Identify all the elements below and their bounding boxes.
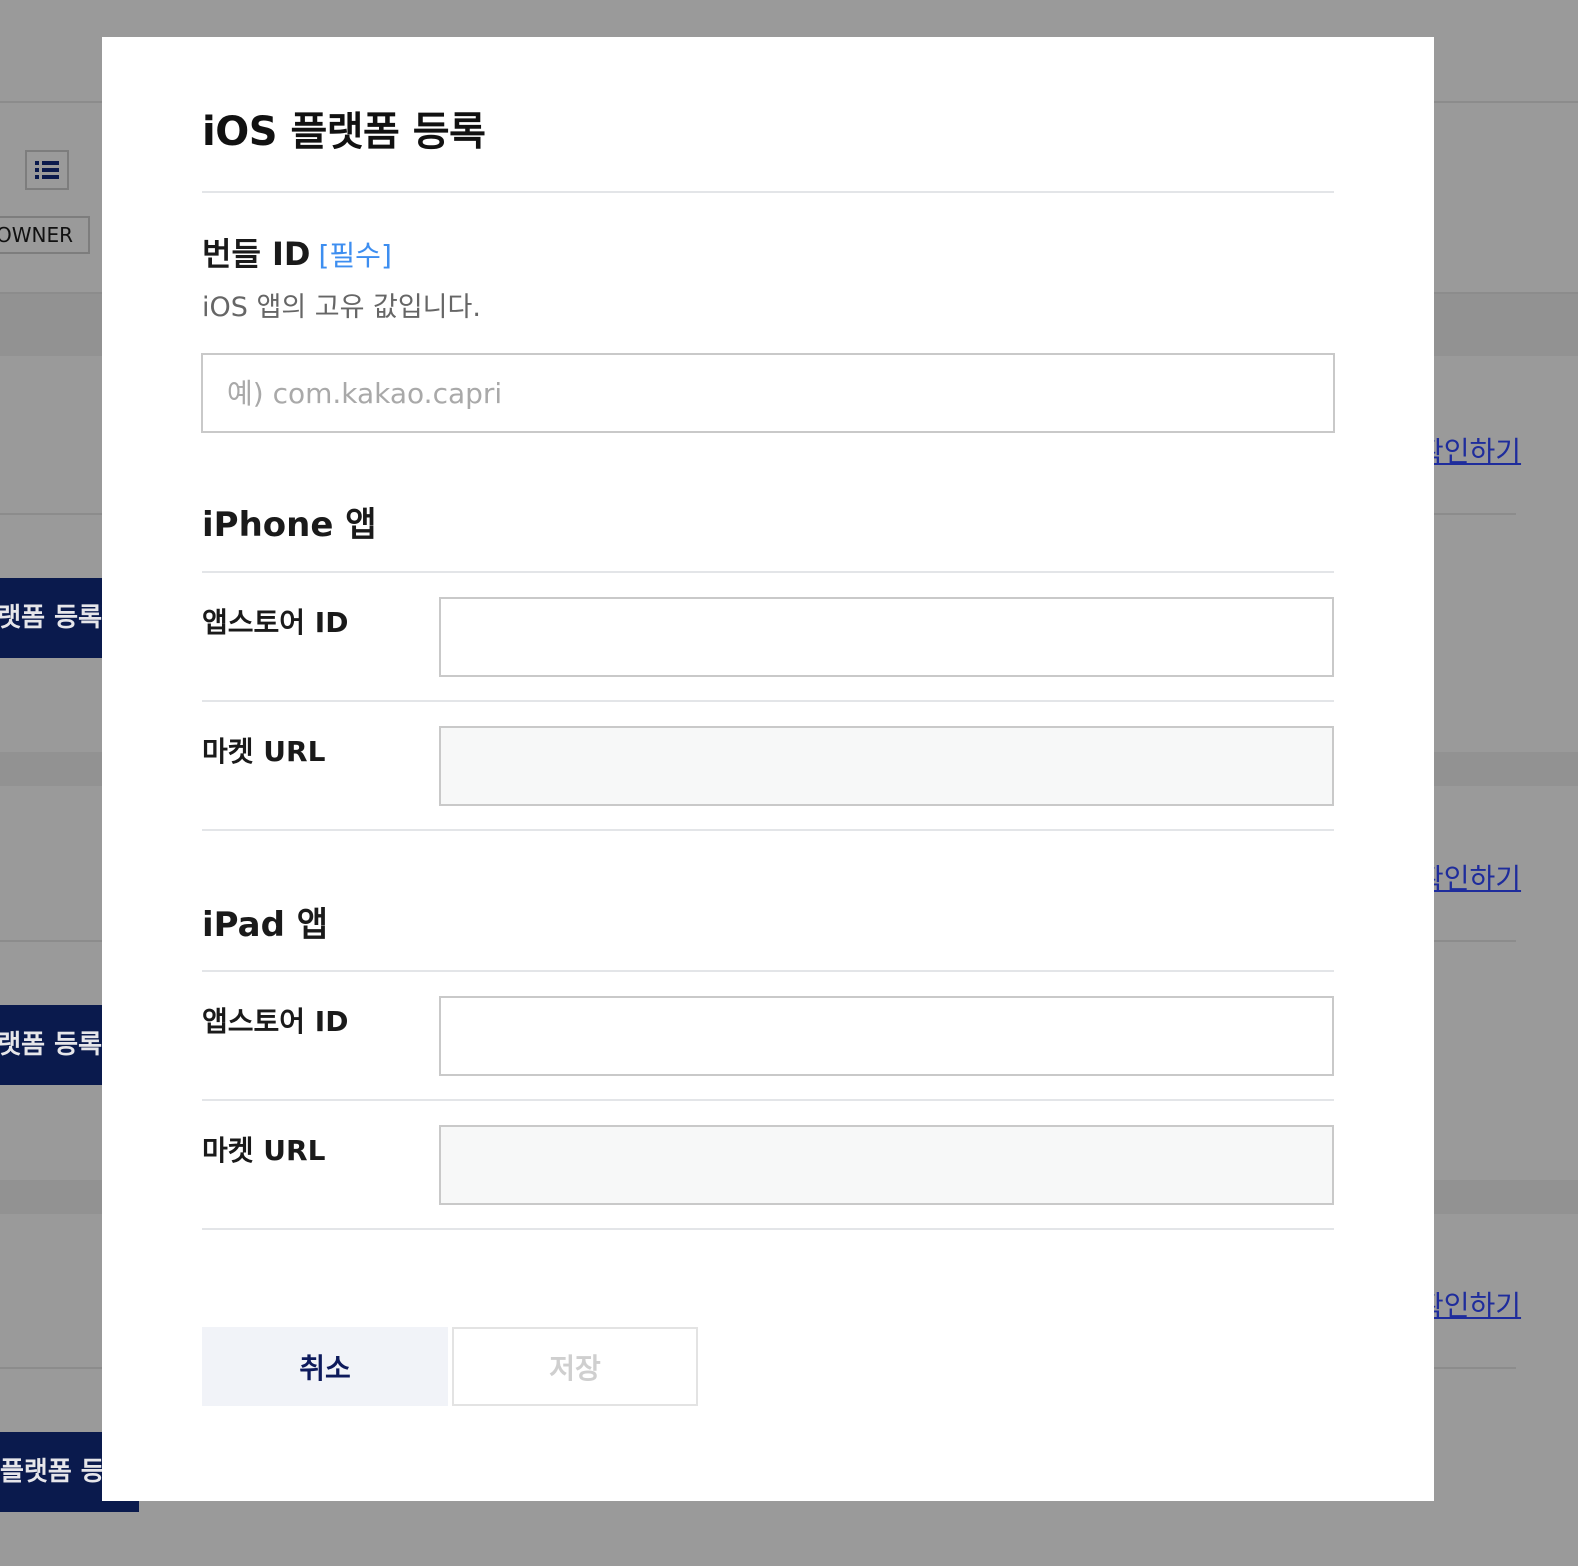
bundle-id-description: iOS 앱의 고유 값입니다. — [202, 292, 481, 323]
dialog-title: iOS 플랫폼 등록 — [202, 109, 486, 155]
section-divider — [202, 571, 1334, 573]
section-divider — [202, 970, 1334, 972]
ios-platform-register-dialog: iOS 플랫폼 등록 번들 ID[필수] iOS 앱의 고유 값입니다. iPh… — [102, 37, 1434, 1501]
required-tag: [필수] — [318, 239, 392, 272]
row-divider — [202, 829, 1334, 831]
iphone-market-url-field — [439, 726, 1334, 806]
row-divider — [202, 700, 1334, 702]
cancel-button[interactable]: 취소 — [202, 1327, 448, 1406]
bundle-id-label-text: 번들 ID — [202, 235, 311, 273]
list-icon — [35, 161, 59, 179]
owner-tag: OWNER — [0, 216, 90, 254]
iphone-appstore-id-label: 앱스토어 ID — [202, 606, 349, 639]
iphone-section-title: iPhone 앱 — [202, 505, 377, 545]
ipad-appstore-id-input[interactable] — [439, 996, 1334, 1076]
register-platform-button[interactable]: 플랫폼 등록 — [0, 1005, 102, 1085]
ipad-market-url-field — [439, 1125, 1334, 1205]
row-divider — [202, 1099, 1334, 1101]
ipad-appstore-id-label: 앱스토어 ID — [202, 1005, 349, 1038]
register-platform-button[interactable]: 플랫폼 등록 — [0, 578, 102, 658]
iphone-appstore-id-input[interactable] — [439, 597, 1334, 677]
row-divider — [202, 1228, 1334, 1230]
iphone-market-url-label: 마켓 URL — [202, 735, 326, 768]
bundle-id-input[interactable] — [201, 353, 1335, 433]
title-divider — [202, 191, 1334, 193]
ipad-section-title: iPad 앱 — [202, 905, 329, 945]
save-button[interactable]: 저장 — [452, 1327, 698, 1406]
bundle-id-label: 번들 ID [필수] — [202, 229, 392, 275]
list-view-button[interactable] — [25, 150, 69, 190]
ipad-market-url-label: 마켓 URL — [202, 1134, 326, 1167]
